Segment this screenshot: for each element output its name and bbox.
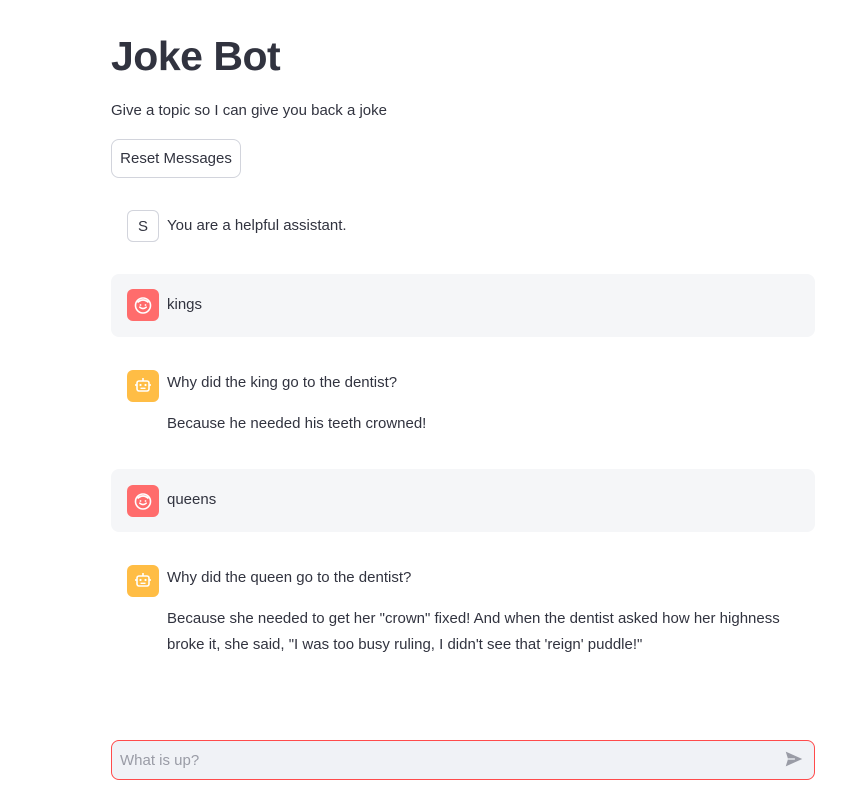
message-paragraph: Because she needed to get her "crown" fi… — [167, 610, 780, 653]
message-text: Why did the queen go to the dentist? Bec… — [167, 565, 785, 658]
chat-message-assistant: Why did the queen go to the dentist? Bec… — [111, 549, 815, 669]
reset-messages-button[interactable]: Reset Messages — [111, 139, 241, 178]
message-paragraph: You are a helpful assistant. — [167, 217, 347, 234]
page-title: Joke Bot — [111, 33, 281, 79]
page-subtitle: Give a topic so I can give you back a jo… — [111, 102, 387, 119]
message-text: Why did the king go to the dentist? Beca… — [167, 370, 785, 437]
joke-bot-app: Joke Bot Give a topic so I can give you … — [0, 0, 862, 799]
send-icon — [783, 751, 805, 773]
chat-message-assistant: Why did the king go to the dentist? Beca… — [111, 354, 815, 450]
message-text: You are a helpful assistant. — [167, 213, 785, 239]
chat-message-user: kings — [111, 274, 815, 337]
message-paragraph: Why did the queen go to the dentist? — [167, 569, 412, 586]
message-text: queens — [167, 487, 785, 513]
send-button[interactable] — [782, 748, 806, 772]
message-paragraph: Why did the king go to the dentist? — [167, 374, 398, 391]
message-text: kings — [167, 292, 785, 318]
chat-input-container — [111, 740, 815, 780]
message-paragraph: queens — [167, 491, 217, 508]
chat-message-user: queens — [111, 469, 815, 532]
smiley-face-icon — [127, 485, 159, 517]
smiley-face-icon — [127, 289, 159, 321]
system-avatar: S — [127, 210, 159, 242]
chat-message-system: S You are a helpful assistant. — [111, 204, 815, 248]
robot-icon — [127, 565, 159, 597]
chat-input[interactable] — [120, 741, 760, 779]
message-paragraph: kings — [167, 296, 203, 313]
message-paragraph: Because he needed his teeth crowned! — [167, 415, 427, 432]
robot-icon — [127, 370, 159, 402]
